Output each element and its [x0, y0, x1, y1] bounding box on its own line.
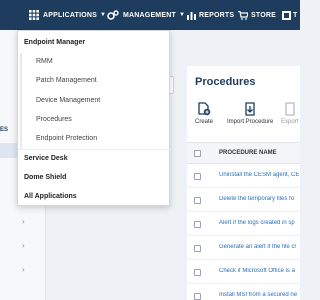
nav-applications[interactable]: APPLICATIONS ▼ — [29, 0, 106, 30]
export-label: Export — [281, 119, 299, 125]
grid-icon — [29, 10, 39, 20]
table-row[interactable]: Uninstall the CESM agent, CE — [187, 164, 300, 188]
menu-item-endpoint-protection[interactable]: Endpoint Protection — [36, 135, 97, 142]
row-checkbox[interactable] — [194, 173, 201, 180]
nav-partial-item[interactable]: T — [282, 0, 297, 30]
import-procedure-button[interactable]: Import Procedure — [227, 102, 273, 125]
export-button[interactable]: Export — [281, 102, 298, 125]
table-header: PROCEDURE NAME — [187, 142, 300, 164]
procedure-name-link[interactable]: Install MSI from a secured ne — [219, 292, 300, 298]
menu-item-rmm[interactable]: RMM — [36, 58, 53, 65]
select-all-checkbox[interactable] — [194, 150, 201, 157]
create-procedure-icon — [198, 102, 211, 116]
procedure-name-link[interactable]: Uninstall the CESM agent, CE — [219, 172, 300, 178]
applications-dropdown-menu: Endpoint Manager RMM Patch Management De… — [17, 30, 171, 206]
sidebar-partial-label: ES — [0, 127, 9, 133]
export-icon — [285, 102, 295, 116]
nav-reports[interactable]: REPORTS — [187, 0, 234, 30]
table-row[interactable]: Alert if the logs created in sp — [187, 212, 300, 236]
chevron-right-icon[interactable]: › — [22, 217, 25, 226]
chevron-down-icon: ▼ — [178, 12, 186, 18]
submenu-indent-bar — [20, 53, 22, 149]
menu-item-endpoint-manager[interactable]: Endpoint Manager — [24, 39, 85, 46]
create-label: Create — [195, 119, 214, 125]
row-checkbox[interactable] — [194, 245, 201, 252]
row-checkbox[interactable] — [194, 197, 201, 204]
menu-item-device-management[interactable]: Device Management — [36, 97, 100, 104]
menu-item-dome-shield[interactable]: Dome Shield — [24, 174, 66, 181]
nav-management-label: MANAGEMENT — [123, 11, 176, 19]
chevron-down-icon: ▼ — [100, 12, 107, 18]
gears-icon — [107, 10, 119, 20]
page-title: Procedures — [195, 76, 256, 88]
menu-item-all-applications[interactable]: All Applications — [24, 193, 77, 200]
create-button[interactable]: Create — [195, 102, 213, 125]
nav-applications-label: APPLICATIONS — [43, 11, 97, 19]
row-checkbox[interactable] — [194, 221, 201, 228]
import-label: Import Procedure — [227, 119, 274, 125]
top-nav-bar: APPLICATIONS ▼ MANAGEMENT ▼ REPORTS STOR… — [0, 0, 300, 30]
nav-store-label: STORE — [251, 11, 276, 19]
procedure-name-link[interactable]: Delete the temporary files fo — [219, 196, 300, 202]
table-row[interactable]: Generate an alert if the file cr — [187, 236, 300, 260]
chevron-right-icon[interactable]: › — [22, 265, 25, 274]
tools-icon — [282, 10, 291, 20]
table-row[interactable]: Install MSI from a secured ne — [187, 284, 300, 300]
procedure-name-link[interactable]: Alert if the logs created in sp — [219, 220, 300, 226]
nav-management[interactable]: MANAGEMENT ▼ — [107, 0, 185, 30]
cart-icon — [238, 10, 248, 20]
procedure-name-link[interactable]: Generate an alert if the file cr — [219, 244, 300, 250]
row-checkbox[interactable] — [194, 269, 201, 276]
row-checkbox[interactable] — [194, 293, 201, 300]
menu-divider — [18, 149, 171, 150]
procedures-panel: Procedures Create Import Procedure Expor… — [187, 66, 300, 300]
procedure-name-link[interactable]: Check if Microsoft Office is a — [219, 268, 300, 274]
nav-store[interactable]: STORE — [238, 0, 276, 30]
import-icon — [245, 102, 255, 116]
column-procedure-name[interactable]: PROCEDURE NAME — [219, 150, 277, 156]
menu-item-procedures[interactable]: Procedures — [36, 116, 72, 123]
menu-item-patch-management[interactable]: Patch Management — [36, 77, 97, 84]
bar-chart-icon — [187, 11, 196, 20]
nav-reports-label: REPORTS — [199, 11, 235, 19]
nav-partial-label: T — [293, 11, 298, 19]
chevron-right-icon[interactable]: › — [22, 241, 25, 250]
menu-item-service-desk[interactable]: Service Desk — [24, 155, 68, 162]
table-row[interactable]: Delete the temporary files fo — [187, 188, 300, 212]
table-row[interactable]: Check if Microsoft Office is a — [187, 260, 300, 284]
